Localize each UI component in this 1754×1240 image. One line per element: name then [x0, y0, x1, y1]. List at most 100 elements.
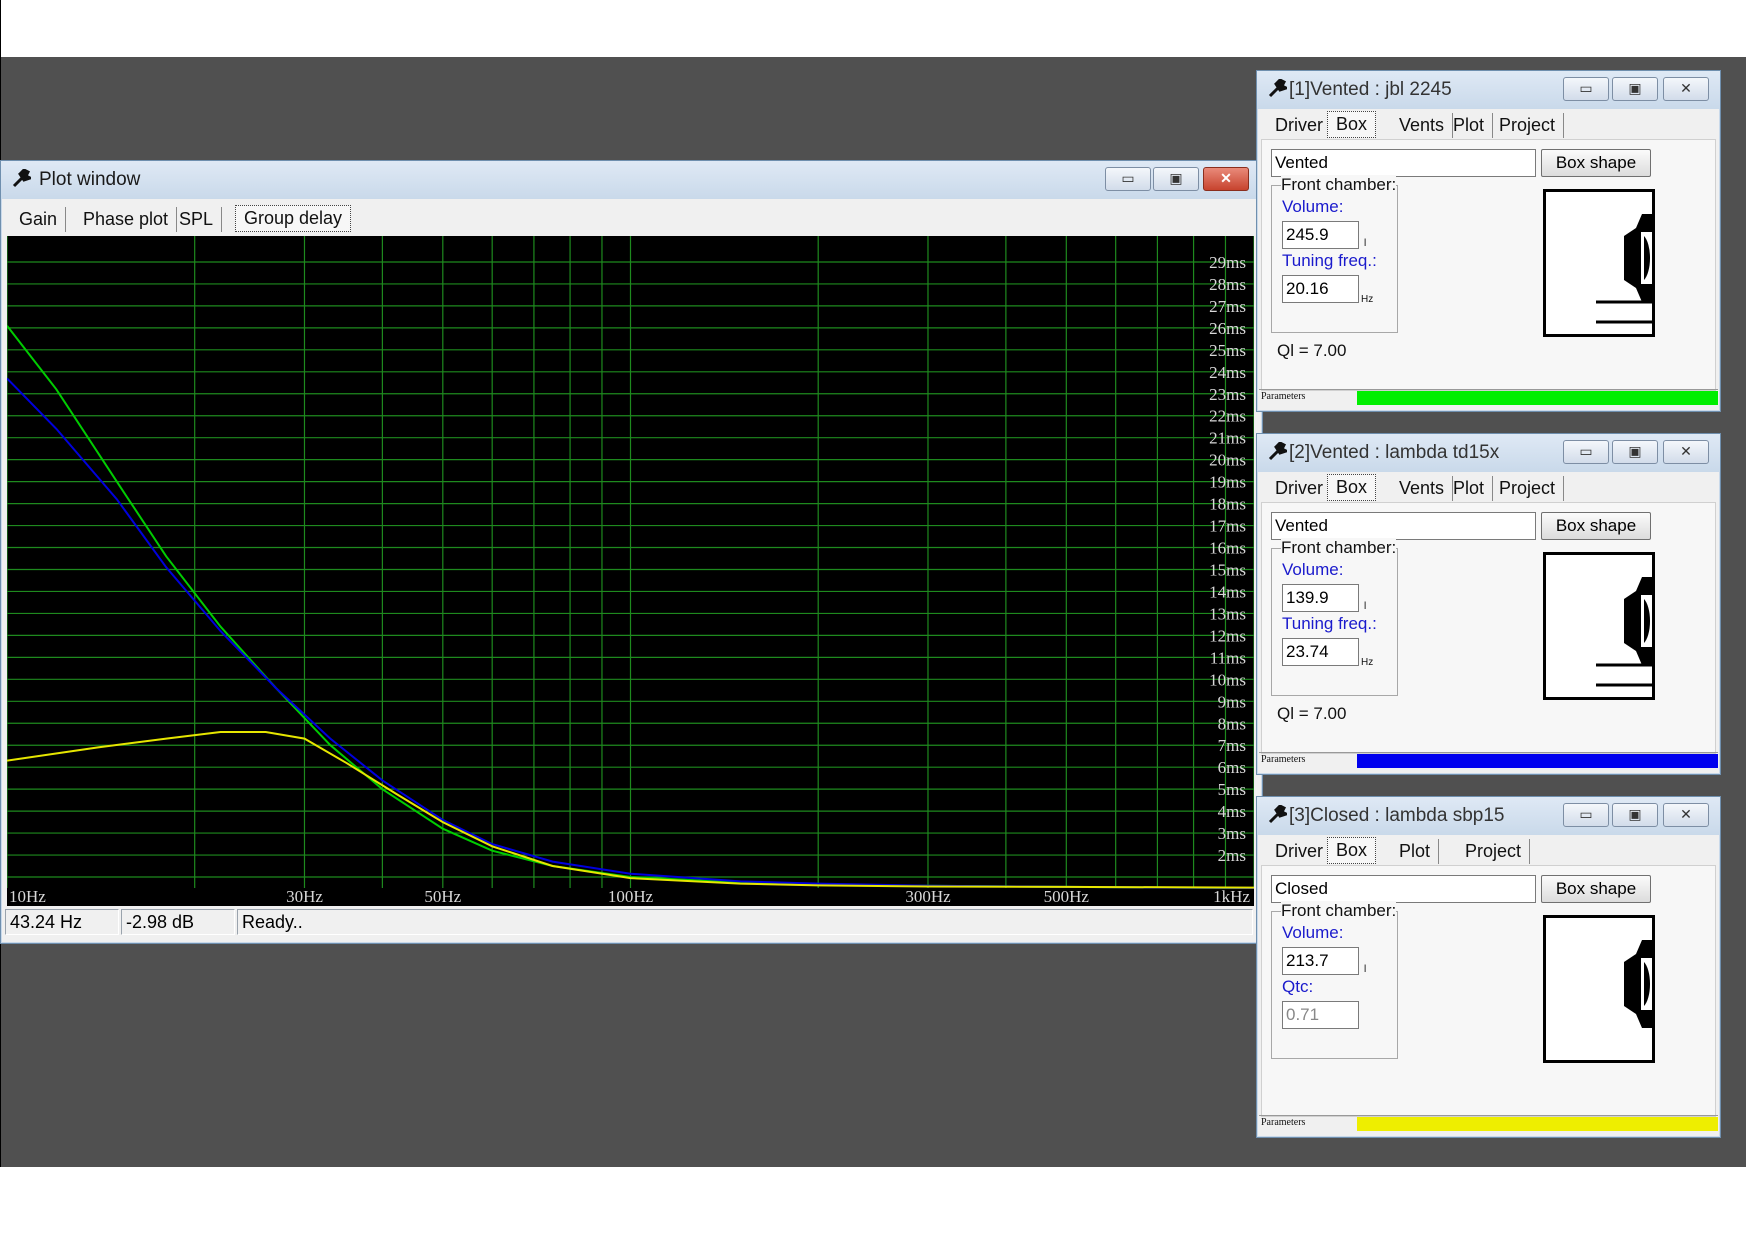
tab-spl[interactable]: SPL — [171, 207, 223, 232]
panel3-tab-plot[interactable]: Plot — [1391, 839, 1440, 864]
panel3-tab-project[interactable]: Project — [1457, 839, 1531, 864]
y-tick-label: 18ms — [1209, 495, 1246, 514]
close-button[interactable]: ✕ — [1663, 440, 1709, 464]
top-edge — [0, 0, 1, 57]
second-field-input[interactable]: 0.71 — [1282, 1001, 1359, 1029]
y-tick-label: 19ms — [1209, 473, 1246, 492]
box-shape-button[interactable]: Box shape — [1541, 149, 1651, 177]
group-delay-chart[interactable]: 2ms 3ms 4ms 5ms 6ms 7ms 8ms 9ms 10ms 11ms 12ms 13ms… — [6, 236, 1255, 906]
box-shape-button[interactable]: Box shape — [1541, 512, 1651, 540]
group-delay-plot[interactable]: 2ms 3ms 4ms 5ms 6ms 7ms 8ms 9ms 10ms 11ms 12ms 13ms… — [6, 236, 1255, 906]
volume-input[interactable]: 139.9 — [1282, 584, 1359, 612]
series-color-bar — [1357, 754, 1718, 768]
panel-tabs: Driver Box Vents Plot Project — [1261, 111, 1716, 141]
volume-input[interactable]: 213.7 — [1282, 947, 1359, 975]
box-type-field[interactable]: Vented — [1271, 149, 1536, 177]
close-button[interactable]: ✕ — [1663, 77, 1709, 101]
box-diagram-icon — [1596, 577, 1652, 687]
panel1-tab-driver[interactable]: Driver — [1267, 113, 1332, 138]
volume-label: Volume: — [1282, 560, 1344, 579]
y-tick-label: 22ms — [1209, 407, 1246, 426]
panel-titlebar[interactable]: [3]Closed : lambda sbp15 ▭ ▣ ✕ — [1257, 797, 1720, 835]
panel-titlebar[interactable]: [1]Vented : jbl 2245 ▭ ▣ ✕ — [1257, 71, 1720, 109]
minimize-button[interactable]: ▭ — [1105, 167, 1151, 191]
box-type-field[interactable]: Closed — [1271, 875, 1536, 903]
panel1-tab-vents[interactable]: Vents — [1391, 113, 1454, 138]
volume-label: Volume: — [1282, 923, 1344, 942]
box-shape-preview — [1543, 915, 1655, 1063]
panel1-tab-project[interactable]: Project — [1491, 113, 1565, 138]
tab-group-delay[interactable]: Group delay — [235, 205, 352, 232]
panel-title: [2]Vented : lambda td15x — [1289, 442, 1500, 463]
panel3-tab-driver[interactable]: Driver — [1267, 839, 1332, 864]
panel-titlebar[interactable]: [2]Vented : lambda td15x ▭ ▣ ✕ — [1257, 434, 1720, 472]
x-tick-label: 300Hz — [905, 887, 951, 906]
second-field-input[interactable]: 23.74 — [1282, 638, 1359, 666]
second-field-unit: Hz — [1361, 657, 1374, 668]
minimize-button[interactable]: ▭ — [1563, 803, 1609, 827]
y-tick-label: 3ms — [1218, 824, 1246, 843]
ql-readout: Ql = 7.00 — [1277, 704, 1347, 723]
maximize-button[interactable]: ▣ — [1612, 77, 1658, 101]
y-tick-label: 12ms — [1209, 626, 1246, 645]
y-tick-label: 4ms — [1218, 802, 1246, 821]
y-tick-label: 21ms — [1209, 429, 1246, 448]
y-tick-label: 7ms — [1218, 736, 1246, 755]
y-tick-label: 11ms — [1210, 648, 1246, 667]
plot-window-title: Plot window — [39, 169, 141, 190]
tab-gain[interactable]: Gain — [11, 207, 67, 232]
panel1-tab-plot[interactable]: Plot — [1445, 113, 1494, 138]
second-field-input[interactable]: 20.16 — [1282, 275, 1359, 303]
y-tick-label: 25ms — [1209, 341, 1246, 360]
panel2-tab-vents[interactable]: Vents — [1391, 476, 1454, 501]
y-tick-label: 15ms — [1209, 560, 1246, 579]
tab-phase-plot[interactable]: Phase plot — [75, 207, 178, 232]
panel2-tab-project[interactable]: Project — [1491, 476, 1565, 501]
front-chamber-label: Front chamber: — [1281, 538, 1397, 558]
y-tick-label: 5ms — [1218, 780, 1246, 799]
panel-tabs: Driver Box Vents Plot Project — [1261, 474, 1716, 504]
wrench-icon — [1268, 79, 1287, 98]
ql-readout: Ql = 7.00 — [1277, 341, 1347, 360]
box-type-field[interactable]: Vented — [1271, 512, 1536, 540]
panel2-tab-driver[interactable]: Driver — [1267, 476, 1332, 501]
maximize-button[interactable]: ▣ — [1612, 803, 1658, 827]
box-panel-3: [3]Closed : lambda sbp15 ▭ ▣ ✕ Driver Box… — [1256, 796, 1721, 1138]
parameters-strip: Parameters — [1259, 389, 1718, 406]
panel3-tab-box[interactable]: Box — [1327, 837, 1377, 864]
y-tick-label: 16ms — [1209, 539, 1246, 558]
parameters-label: Parameters — [1261, 1117, 1306, 1128]
panel1-tab-box[interactable]: Box — [1327, 111, 1377, 138]
maximize-button[interactable]: ▣ — [1153, 167, 1199, 191]
close-button[interactable]: ✕ — [1203, 167, 1249, 191]
plot-window-titlebar[interactable]: Plot window ▭ ▣ ✕ — [1, 161, 1262, 199]
y-tick-label: 9ms — [1218, 692, 1246, 711]
y-tick-label: 2ms — [1218, 846, 1246, 865]
front-chamber-label: Front chamber: — [1281, 901, 1397, 921]
volume-input[interactable]: 245.9 — [1282, 221, 1359, 249]
second-field-label: Qtc: — [1282, 977, 1314, 996]
volume-label: Volume: — [1282, 197, 1344, 216]
maximize-button[interactable]: ▣ — [1612, 440, 1658, 464]
series-color-bar — [1357, 1117, 1718, 1131]
second-field-unit: Hz — [1361, 294, 1374, 305]
minimize-button[interactable]: ▭ — [1563, 77, 1609, 101]
y-tick-label: 23ms — [1209, 385, 1246, 404]
close-button[interactable]: ✕ — [1663, 803, 1709, 827]
plot-window: Plot window ▭ ▣ ✕ Gain Phase plot SPL Gr… — [0, 160, 1263, 944]
wrench-icon — [12, 169, 31, 188]
y-tick-label: 13ms — [1209, 604, 1246, 623]
y-tick-label: 17ms — [1209, 517, 1246, 536]
panel2-tab-box[interactable]: Box — [1327, 474, 1377, 501]
panel2-tab-plot[interactable]: Plot — [1445, 476, 1494, 501]
box-panel-2: [2]Vented : lambda td15x ▭ ▣ ✕ Driver Box… — [1256, 433, 1721, 775]
box-shape-button[interactable]: Box shape — [1541, 875, 1651, 903]
second-field-label: Tuning freq.: — [1282, 614, 1377, 633]
parameters-label: Parameters — [1261, 754, 1306, 765]
x-tick-label: 50Hz — [424, 887, 461, 906]
x-tick-label: 30Hz — [286, 887, 323, 906]
parameters-strip: Parameters — [1259, 1115, 1718, 1132]
minimize-button[interactable]: ▭ — [1563, 440, 1609, 464]
y-tick-label: 26ms — [1209, 319, 1246, 338]
volume-unit: l — [1364, 601, 1367, 612]
